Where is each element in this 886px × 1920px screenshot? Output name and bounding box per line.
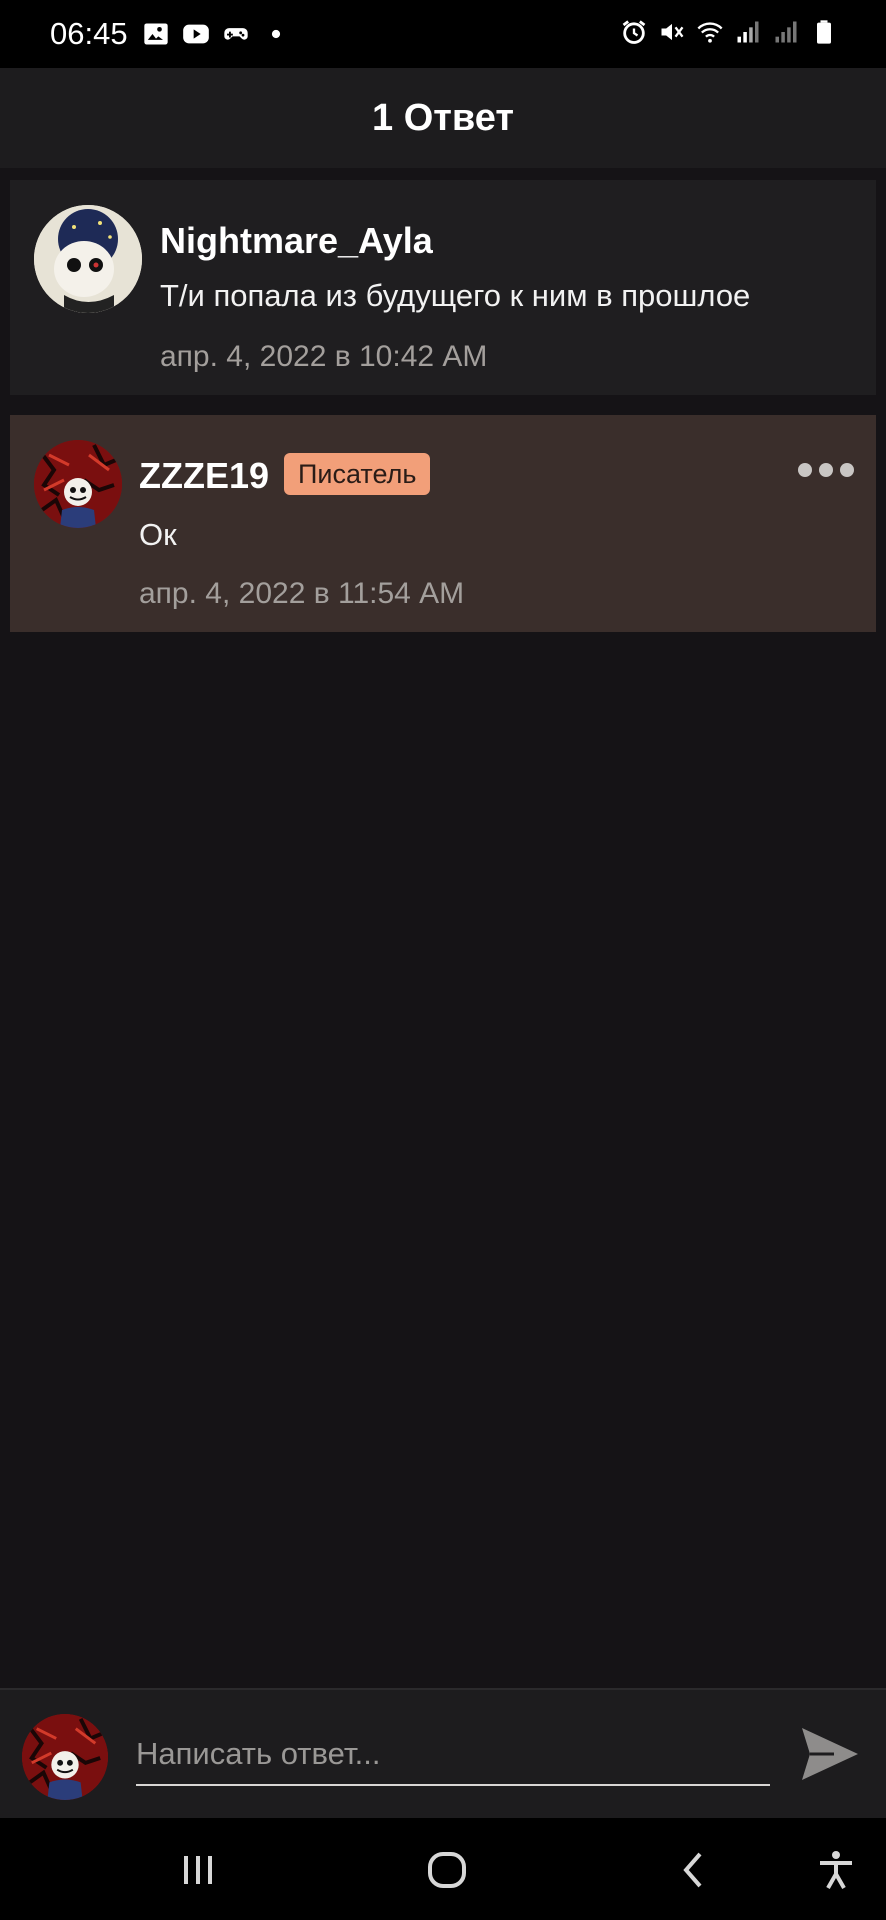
dot-icon [262, 20, 290, 48]
comment-date: апр. 4, 2022 в 11:54 AM [139, 577, 465, 610]
reply-input[interactable] [136, 1724, 770, 1786]
comment-username[interactable]: Nightmare_Ayla [160, 220, 433, 262]
comment-date: апр. 4, 2022 в 10:42 AM [160, 340, 488, 373]
image-icon [142, 20, 170, 48]
reply-bar [0, 1688, 886, 1818]
writer-badge: Писатель [284, 453, 431, 495]
wifi-icon [696, 18, 724, 46]
dot [798, 463, 812, 477]
dot [819, 463, 833, 477]
avatar [22, 1714, 108, 1800]
status-time: 06:45 [50, 16, 128, 51]
youtube-icon [182, 20, 210, 48]
alarm-icon [620, 18, 648, 46]
avatar[interactable] [34, 205, 142, 313]
gamepad-icon [222, 20, 250, 48]
status-bar: 06:45 [0, 0, 886, 68]
recent-apps-icon[interactable] [176, 1848, 220, 1892]
signal-icon [734, 18, 762, 46]
signal2-icon [772, 18, 800, 46]
comment-username[interactable]: ZZZE19 [139, 455, 269, 497]
more-options-icon[interactable] [798, 455, 854, 485]
page-title: 1 Ответ [372, 96, 514, 139]
accessibility-icon[interactable] [814, 1848, 858, 1892]
system-nav-bar [0, 1818, 886, 1920]
parent-comment: Nightmare_Ayla Т/и попала из будущего к … [10, 180, 876, 395]
comment-text: Ок [139, 517, 177, 552]
mute-icon [658, 18, 686, 46]
back-icon[interactable] [672, 1848, 716, 1892]
dot [840, 463, 854, 477]
avatar[interactable] [34, 440, 122, 528]
comment-text: Т/и попала из будущего к ним в прошлое [160, 278, 751, 313]
battery-icon [810, 18, 838, 46]
send-icon[interactable] [798, 1722, 862, 1786]
reply-comment: ZZZE19 Писатель Ок апр. 4, 2022 в 11:54 … [10, 415, 876, 632]
home-icon[interactable] [425, 1848, 469, 1892]
page-header: 1 Ответ [0, 68, 886, 168]
